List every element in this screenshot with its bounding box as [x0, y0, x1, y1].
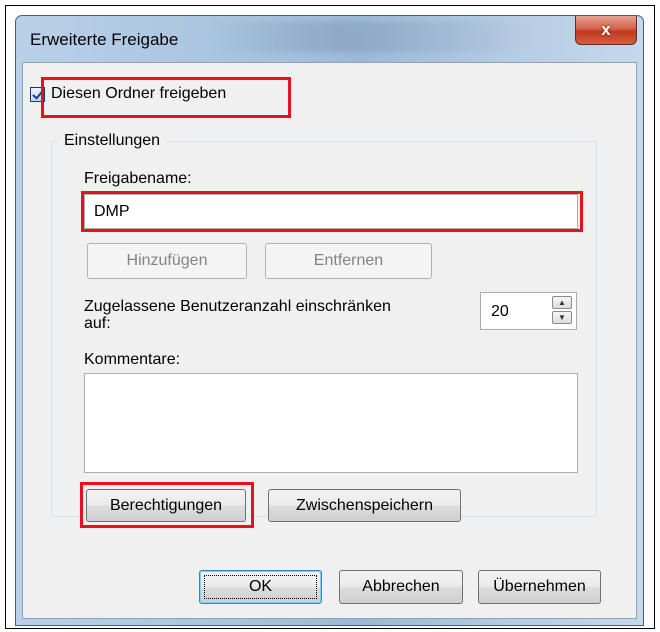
spin-up-icon[interactable]: ▲ — [552, 296, 572, 309]
close-button[interactable]: x — [575, 16, 637, 45]
add-button[interactable]: Hinzufügen — [87, 243, 247, 279]
ok-button[interactable]: OK — [199, 570, 322, 604]
share-folder-checkbox-row[interactable]: Diesen Ordner freigeben — [30, 85, 226, 103]
user-limit-value: 20 — [491, 303, 509, 320]
share-name-input[interactable]: DMP — [84, 194, 578, 229]
share-name-value: DMP — [94, 203, 130, 220]
user-limit-spinner[interactable]: ▲ ▼ — [552, 296, 572, 326]
share-folder-checkbox[interactable] — [30, 86, 45, 102]
permissions-button[interactable]: Berechtigungen — [86, 489, 246, 522]
user-limit-label-line2: auf: — [84, 315, 111, 332]
remove-button[interactable]: Entfernen — [265, 243, 432, 279]
settings-group-title: Einstellungen — [58, 132, 167, 150]
spin-down-icon[interactable]: ▼ — [552, 311, 572, 324]
apply-button[interactable]: Übernehmen — [478, 570, 601, 604]
focus-rectangle — [204, 575, 317, 599]
share-folder-checkbox-label: Diesen Ordner freigeben — [51, 85, 227, 102]
title-bar[interactable]: Erweiterte Freigabe x — [16, 16, 643, 62]
title-glare — [206, 22, 536, 52]
window-title: Erweiterte Freigabe — [30, 30, 179, 49]
comments-label: Kommentare: — [84, 351, 181, 368]
cancel-button[interactable]: Abbrechen — [339, 570, 463, 604]
user-limit-label-line1: Zugelassene Benutzeranzahl einschränken — [84, 298, 391, 315]
close-icon: x — [601, 20, 611, 39]
caching-button[interactable]: Zwischenspeichern — [268, 489, 461, 522]
share-name-label: Freigabename: — [84, 170, 192, 187]
comments-textarea[interactable] — [84, 373, 578, 473]
